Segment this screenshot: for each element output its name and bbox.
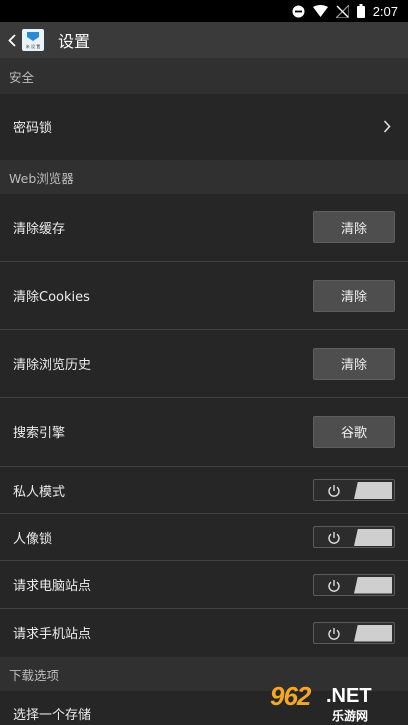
row-label: 清除浏览历史 — [13, 358, 92, 373]
no-signal-icon — [335, 4, 349, 18]
request-desktop-site-toggle[interactable] — [313, 573, 395, 596]
settings-row-search-engine: 搜索引擎 谷歌 — [0, 398, 408, 465]
clear-cache-button[interactable]: 清除 — [313, 211, 395, 243]
clear-history-button[interactable]: 清除 — [313, 347, 395, 380]
settings-row-clear-cache: 清除缓存 清除 — [0, 194, 408, 260]
row-label: 密码锁 — [13, 120, 53, 136]
wifi-icon — [312, 5, 328, 17]
clock: 2:07 — [372, 3, 398, 19]
settings-row-portrait-lock: 人像锁 — [0, 514, 408, 560]
power-icon — [328, 627, 340, 640]
power-icon — [328, 579, 340, 592]
settings-row-password-lock[interactable]: 密码锁 — [0, 94, 408, 158]
row-label: 清除Cookies — [13, 290, 90, 305]
toggle-knob — [354, 482, 392, 499]
toggle-knob — [354, 576, 392, 594]
settings-row-clear-cookies: 清除Cookies 清除 — [0, 262, 408, 329]
row-label: 搜索引擎 — [13, 426, 66, 441]
app-bar: 米 设 置 设置 — [0, 22, 408, 58]
settings-row-clear-history: 清除浏览历史 清除 — [0, 330, 408, 397]
watermark-logo: 962 .NET 乐游网 — [270, 681, 372, 723]
chevron-right-icon — [381, 118, 393, 134]
section-header-web-browser: Web浏览器 — [0, 160, 408, 194]
power-icon — [328, 532, 340, 544]
row-label: 清除缓存 — [13, 221, 66, 237]
row-label: 人像锁 — [13, 531, 53, 547]
settings-row-private-mode: 私人模式 — [0, 467, 408, 513]
chevron-left-icon — [4, 28, 20, 52]
status-bar: 2:07 — [0, 0, 408, 22]
settings-row-request-mobile-site: 请求手机站点 — [0, 609, 408, 656]
row-label: 私人模式 — [13, 484, 66, 500]
request-mobile-site-toggle[interactable] — [313, 621, 395, 644]
toggle-knob — [354, 529, 392, 546]
row-label: 请求电脑站点 — [13, 579, 92, 594]
power-icon — [328, 485, 340, 497]
search-engine-select[interactable]: 谷歌 — [313, 415, 395, 448]
portrait-lock-toggle[interactable] — [313, 526, 395, 548]
page-title: 设置 — [58, 32, 91, 51]
do-not-disturb-icon — [292, 5, 305, 18]
clear-cookies-button[interactable]: 清除 — [313, 279, 395, 312]
settings-row-request-desktop-site: 请求电脑站点 — [0, 561, 408, 608]
toggle-knob — [354, 624, 392, 642]
section-header-security: 安全 — [0, 58, 408, 94]
row-label: 请求手机站点 — [13, 627, 92, 642]
back-button[interactable]: 米 设 置 — [0, 22, 44, 58]
private-mode-toggle[interactable] — [313, 479, 395, 501]
app-logo: 米 设 置 — [22, 29, 44, 51]
battery-icon — [356, 4, 365, 18]
